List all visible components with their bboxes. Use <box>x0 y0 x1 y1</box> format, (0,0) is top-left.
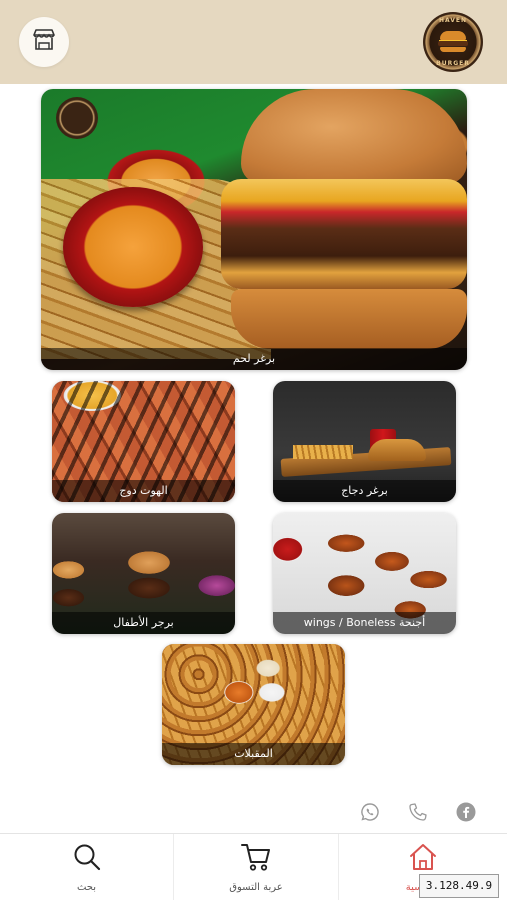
category-card-hotdog[interactable]: الهوت دوج <box>52 381 235 502</box>
facebook-icon <box>456 802 476 826</box>
nav-search[interactable]: بحث <box>0 834 173 900</box>
brand-logo[interactable]: HAVEN BURGER <box>423 12 483 72</box>
image-logo-watermark <box>56 97 98 139</box>
whatsapp-icon <box>360 802 380 826</box>
category-label: المقبلات <box>162 743 345 765</box>
search-icon <box>72 842 102 876</box>
category-label: برغر دجاج <box>273 480 456 502</box>
facebook-link[interactable] <box>453 801 479 827</box>
category-card-chicken-burger[interactable]: برغر دجاج <box>273 381 456 502</box>
category-label: أجنحة wings / Boneless <box>273 612 456 634</box>
phone-link[interactable] <box>405 801 431 827</box>
store-icon <box>32 29 56 55</box>
category-card-beef-burger[interactable]: برغر لحم <box>41 89 467 370</box>
phone-icon <box>408 802 428 826</box>
category-card-kids-burger[interactable]: برجر الأطفال <box>52 513 235 634</box>
home-icon <box>408 842 438 876</box>
nav-cart-label: عربة التسوق <box>229 882 283 893</box>
category-card-wings[interactable]: أجنحة wings / Boneless <box>273 513 456 634</box>
version-badge: 3.128.49.9 <box>419 874 499 898</box>
category-card-appetizers[interactable]: المقبلات <box>162 644 345 765</box>
app-root: HAVEN BURGER برغر لحم برغر دجاج الهوت دو… <box>0 0 507 900</box>
app-header: HAVEN BURGER <box>0 0 507 84</box>
category-label: الهوت دوج <box>52 480 235 502</box>
logo-text-top: HAVEN <box>438 17 468 24</box>
category-label: برجر الأطفال <box>52 612 235 634</box>
nav-cart[interactable]: عربة التسوق <box>173 834 339 900</box>
burger-logo-icon <box>438 31 468 53</box>
cart-icon <box>240 842 272 876</box>
store-button[interactable] <box>19 17 69 67</box>
nav-search-label: بحث <box>76 882 97 893</box>
whatsapp-link[interactable] <box>357 801 383 827</box>
logo-text-bottom: BURGER <box>436 60 470 67</box>
category-label: برغر لحم <box>41 348 467 370</box>
